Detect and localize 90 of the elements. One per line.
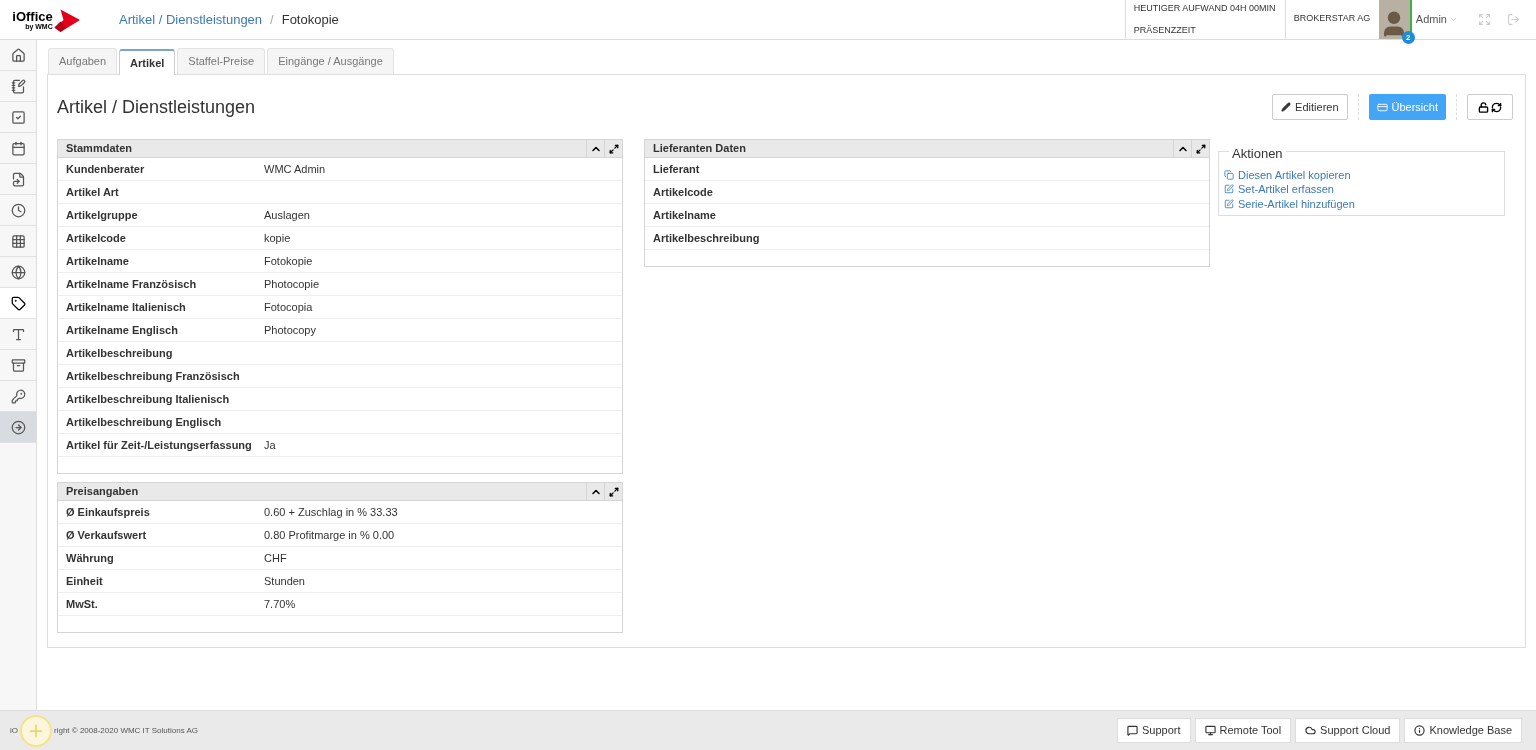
effort-text: HEUTIGER AUFWAND 04H 00MIN — [1133, 2, 1277, 15]
card-icon — [1376, 101, 1388, 113]
tab[interactable]: Artikel — [119, 49, 176, 75]
field-label: Artikelgruppe — [66, 207, 139, 223]
field-value: 7.70% — [264, 596, 296, 612]
footer-button[interactable]: Support — [1117, 718, 1191, 743]
caret-icon — [1449, 15, 1458, 24]
field-label: Artikel Art — [66, 184, 120, 200]
field-label: Artikelbeschreibung — [653, 230, 761, 246]
field-label: Artikel für Zeit-/Leistungserfassung — [66, 437, 253, 453]
field-label: Artikelcode — [653, 184, 714, 200]
company-name: BROKERSTAR AG — [1293, 13, 1371, 23]
drawer-icon — [10, 357, 26, 373]
edit-button[interactable]: Editieren — [1272, 94, 1348, 120]
expand-icon — [1195, 143, 1206, 154]
clock-icon — [10, 202, 26, 218]
calendar-icon — [10, 140, 26, 156]
lock-refresh-button[interactable] — [1467, 94, 1513, 120]
text-icon — [10, 326, 26, 342]
monitor-icon — [1204, 725, 1216, 736]
cloud-icon — [1305, 725, 1317, 736]
presence-text: PRÄSENZZEIT — [1133, 23, 1197, 37]
panel-title: Preisangaben — [66, 484, 139, 500]
field-label: MwSt. — [66, 596, 99, 612]
action-link[interactable]: Diesen Artikel kopieren — [1224, 167, 1351, 182]
tab[interactable]: Aufgaben — [48, 48, 118, 74]
field-label: Einheit — [66, 573, 104, 589]
footer-button[interactable]: Support Cloud — [1295, 718, 1401, 743]
field-value: WMC Admin — [264, 161, 326, 177]
field-value: 0.60 + Zuschlag in % 33.33 — [264, 504, 398, 520]
field-value: CHF — [264, 550, 287, 566]
edit-icon — [1224, 184, 1234, 195]
refresh-icon — [1491, 101, 1502, 113]
action-link[interactable]: Set-Artikel erfassen — [1224, 182, 1334, 197]
unlock-icon — [1478, 101, 1489, 113]
pencil-icon — [1281, 102, 1292, 112]
field-label: Artikelname — [653, 207, 717, 223]
copy-icon — [1224, 169, 1234, 180]
field-label: Artikelname Englisch — [66, 322, 179, 338]
notebook-icon — [10, 78, 26, 94]
page-title: Artikel / Dienstleistungen — [57, 95, 256, 119]
expand-icon — [608, 486, 619, 497]
info-icon — [1414, 725, 1426, 736]
field-value: 0.80 Profitmarge in % 0.00 — [264, 527, 395, 543]
field-label: Artikelbeschreibung Französisch — [66, 368, 241, 384]
checkbox-icon — [10, 109, 26, 125]
expand-icon — [608, 143, 619, 154]
breadcrumb-link[interactable]: Artikel / Dienstleistungen — [119, 9, 263, 30]
breadcrumb-current: Fotokopie — [281, 10, 339, 29]
sidebar-item[interactable] — [0, 288, 36, 319]
field-value: Ja — [264, 437, 276, 453]
panel-title: Lieferanten Daten — [653, 141, 746, 157]
field-label: Lieferant — [653, 161, 701, 177]
field-label: Artikelbeschreibung Italienisch — [66, 391, 231, 407]
tab[interactable]: Staffel-Preise — [177, 48, 266, 74]
field-label: Ø Einkaufspreis — [66, 504, 151, 520]
field-value: Auslagen — [264, 207, 310, 223]
grid-icon — [10, 233, 26, 249]
arrow-circle-icon — [10, 419, 26, 435]
footer-button[interactable]: Remote Tool — [1194, 718, 1292, 743]
field-label: Artikelname Französisch — [66, 276, 198, 292]
copyright-text: right © 2008-2020 WMC IT Solutions AG — [54, 724, 199, 737]
field-label: Währung — [66, 550, 115, 566]
field-label: Artikelcode — [66, 230, 127, 246]
field-value: Fotocopia — [264, 299, 313, 315]
field-value: Photocopy — [264, 322, 316, 338]
document-icon — [10, 171, 26, 187]
edit-icon — [1224, 198, 1234, 209]
field-label: Artikelname — [66, 253, 130, 269]
avatar[interactable] — [1378, 0, 1410, 39]
home-icon — [10, 47, 26, 63]
field-value: Photocopie — [264, 276, 320, 292]
field-value: Fotokopie — [264, 253, 313, 269]
footer-button[interactable]: Knowledge Base — [1404, 718, 1522, 743]
tag-icon — [10, 295, 26, 311]
chat-icon — [1127, 725, 1138, 736]
key-icon — [10, 388, 26, 404]
globe-icon — [10, 264, 26, 280]
field-value: Stunden — [264, 573, 305, 589]
tab[interactable]: Eingänge / Ausgänge — [267, 48, 394, 74]
field-label: Artikelbeschreibung — [66, 345, 174, 361]
action-link[interactable]: Serie-Artikel hinzufügen — [1224, 196, 1355, 211]
copyright-text: iO — [10, 724, 18, 737]
field-value: kopie — [264, 230, 291, 246]
panel-title: Stammdaten — [66, 141, 133, 157]
breadcrumb-separator: / — [270, 10, 274, 29]
field-label: Artikelname Italienisch — [66, 299, 187, 315]
field-label: Ø Verkaufswert — [66, 527, 148, 543]
field-label: Artikelbeschreibung Englisch — [66, 414, 223, 430]
field-label: Kundenberater — [66, 161, 146, 177]
